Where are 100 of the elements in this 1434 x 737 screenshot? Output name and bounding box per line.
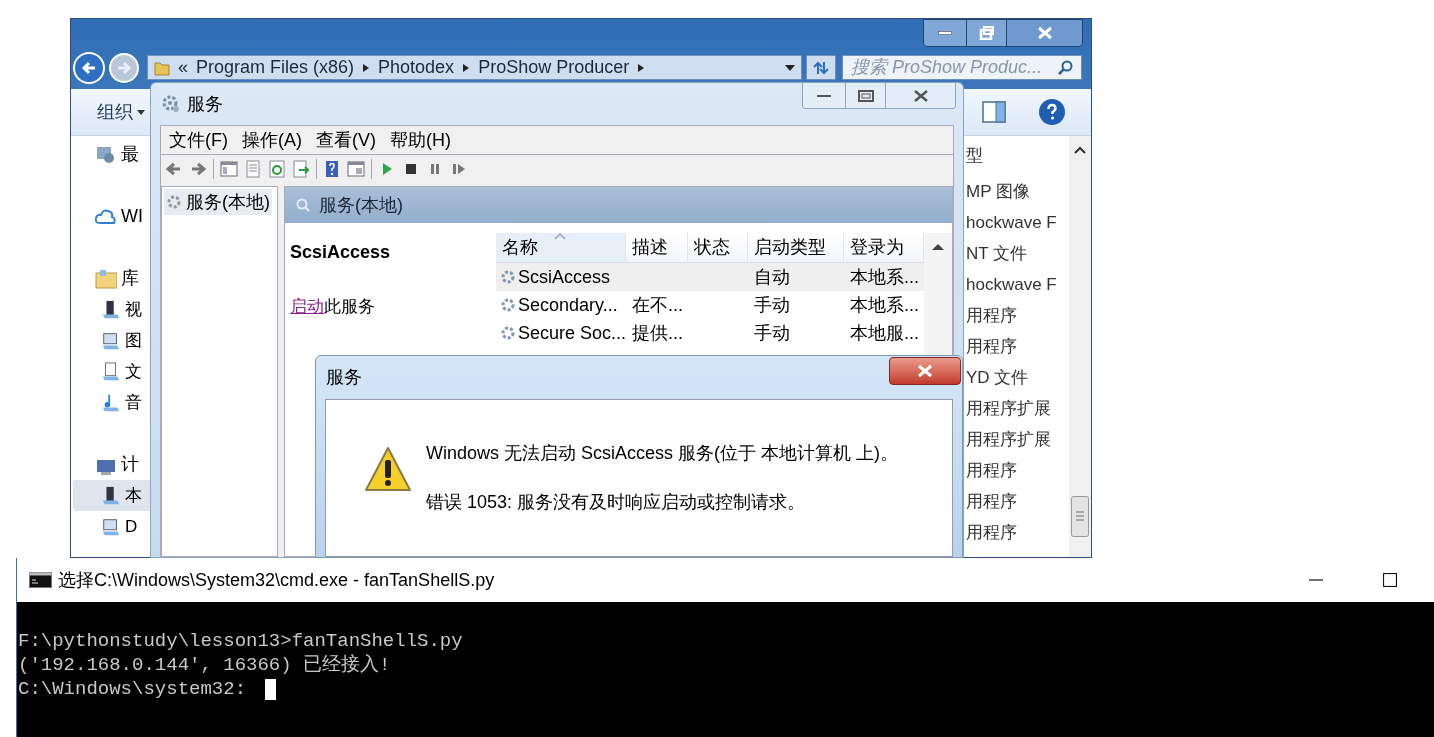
gear-icon — [166, 194, 182, 210]
file-type-cell-text: hockwave F — [966, 273, 1058, 296]
service-row[interactable]: Secure Soc... 提供... 手动 本地服... — [496, 319, 924, 347]
restore-icon — [978, 26, 995, 40]
menu-item[interactable]: 查看(V) — [316, 126, 376, 154]
close-icon — [917, 364, 933, 378]
console-tree-icon[interactable] — [220, 160, 238, 178]
column-header[interactable]: 名称 — [496, 233, 626, 262]
document-icon — [101, 361, 121, 382]
nav-item[interactable]: 图 — [71, 325, 151, 356]
minimize-button[interactable] — [803, 83, 845, 108]
export-icon[interactable] — [292, 160, 310, 178]
restore-button[interactable] — [966, 20, 1006, 46]
menu-item[interactable]: 文件(F) — [169, 126, 228, 154]
start-link[interactable]: 启动 — [290, 297, 324, 316]
close-button[interactable] — [889, 357, 961, 385]
column-header[interactable]: 状态 — [688, 233, 748, 262]
table-cell-text: 本地系... — [850, 293, 919, 317]
file-type-cell-text: 用程序 — [966, 521, 1018, 544]
file-type-cell-text: 用程序 — [966, 304, 1018, 327]
console-line: ('192.168.0.144', 16366) 已经接入! — [18, 653, 391, 677]
table-cell-text: 手动 — [754, 293, 790, 317]
address-bar[interactable]: « Program Files (x86) Photodex ProShow Producer — [147, 55, 802, 80]
file-type-cell-text: 用程序 — [966, 490, 1018, 513]
table-cell-text: Secure Soc... — [518, 321, 627, 345]
folder-icon — [95, 267, 117, 290]
action-text: 启动此服务 — [290, 296, 376, 318]
menu-item[interactable]: 帮助(H) — [390, 126, 451, 154]
dropdown-caret-icon — [785, 64, 795, 71]
dropdown-caret-icon — [137, 109, 145, 115]
nav-item[interactable]: 视 — [71, 294, 151, 325]
close-icon — [1036, 26, 1053, 40]
forward-button[interactable] — [109, 53, 139, 83]
preview-pane-button[interactable] — [981, 100, 1007, 124]
column-header[interactable]: 描述 — [626, 233, 688, 262]
breadcrumb-item[interactable]: Program Files (x86) — [196, 54, 355, 81]
file-type-cell-text: 用程序扩展 — [966, 428, 1052, 451]
folder-icon — [154, 59, 170, 76]
gears-icon — [161, 94, 181, 114]
breadcrumb-item[interactable]: Photodex — [378, 54, 455, 81]
monitor-icon — [101, 516, 121, 537]
error-message: 错误 1053: 服务没有及时响应启动或控制请求。 — [426, 491, 807, 514]
table-cell-text: ScsiAccess — [518, 265, 611, 289]
column-header[interactable]: 启动类型 — [748, 233, 844, 262]
nav-item[interactable]: 文 — [71, 356, 151, 387]
gear-icon — [500, 297, 516, 313]
gear-icon — [500, 269, 516, 285]
tree-item[interactable]: 服务(本地) — [164, 189, 272, 215]
console-line: F:\pythonstudy\lesson13>fanTanShellS.py — [18, 629, 463, 653]
column-header[interactable]: 型 — [966, 136, 1069, 176]
console-line: C:\Windows\system32: — [18, 677, 248, 701]
service-row[interactable]: ScsiAccess 自动 本地系... — [496, 263, 924, 291]
scrollbar[interactable] — [1069, 136, 1091, 557]
nav-item[interactable]: 本 — [73, 480, 151, 511]
search-field[interactable]: 搜索 ProShow Produc... — [842, 55, 1082, 80]
help-button[interactable] — [1039, 99, 1065, 125]
drive-icon — [101, 299, 121, 320]
scroll-thumb-icon — [1071, 496, 1089, 537]
file-type-cell-text: 用程序 — [966, 335, 1018, 358]
close-icon — [912, 88, 929, 103]
text-cursor — [265, 678, 277, 700]
maximize-icon — [856, 88, 875, 103]
help-book-icon[interactable] — [323, 160, 341, 178]
dialog-message: Windows 无法启动 ScsiAccess 服务(位于 本地计算机 上)。 — [426, 442, 899, 465]
organize-button[interactable]: 组织 — [97, 98, 145, 126]
service-name: ScsiAccess — [290, 241, 392, 264]
table-cell-text: Secondary... — [518, 293, 618, 317]
file-type-cell-text: MP 图像 — [966, 180, 1031, 203]
service-row[interactable]: Secondary... 在不... 手动 本地系... — [496, 291, 924, 319]
back-button[interactable] — [73, 52, 105, 84]
back-arrow-icon[interactable] — [165, 160, 183, 178]
chevron-icon — [637, 62, 646, 73]
sort-caret-icon — [554, 233, 566, 240]
file-type-cell-text: hockwave F — [966, 211, 1058, 234]
nav-item[interactable]: 计 — [71, 449, 151, 480]
nav-item[interactable]: WI — [71, 201, 151, 232]
file-type-cell-text: NT 文件 — [966, 242, 1029, 265]
minimize-icon — [938, 31, 952, 35]
window-title: 服务 — [187, 92, 223, 116]
forward-arrow-icon — [116, 60, 132, 76]
chevron-icon — [362, 62, 371, 73]
refresh-icon[interactable] — [268, 160, 286, 178]
window-title: 选择C:\Windows\System32\cmd.exe - fanTanShellS.py — [58, 568, 495, 592]
file-type-cell-text: 用程序 — [966, 459, 1018, 482]
maximize-button[interactable] — [845, 83, 885, 108]
nav-item[interactable]: 库 — [71, 263, 151, 294]
show-hide-pane-icon[interactable] — [347, 160, 365, 178]
nav-item[interactable]: D — [71, 511, 151, 542]
close-button[interactable] — [885, 83, 955, 108]
breadcrumb-item[interactable]: ProShow Producer — [478, 54, 630, 81]
console-icon — [29, 572, 52, 588]
refresh-button[interactable] — [806, 55, 836, 80]
overflow-chevron[interactable]: « — [178, 54, 188, 81]
nav-item[interactable]: 最 — [71, 139, 151, 170]
back-arrow-icon — [81, 60, 97, 76]
menu-item[interactable]: 操作(A) — [242, 126, 302, 154]
nav-item[interactable]: 音 — [71, 387, 151, 418]
forward-arrow-icon[interactable] — [189, 160, 207, 178]
minimize-button[interactable] — [924, 20, 966, 46]
warning-icon — [364, 446, 412, 492]
